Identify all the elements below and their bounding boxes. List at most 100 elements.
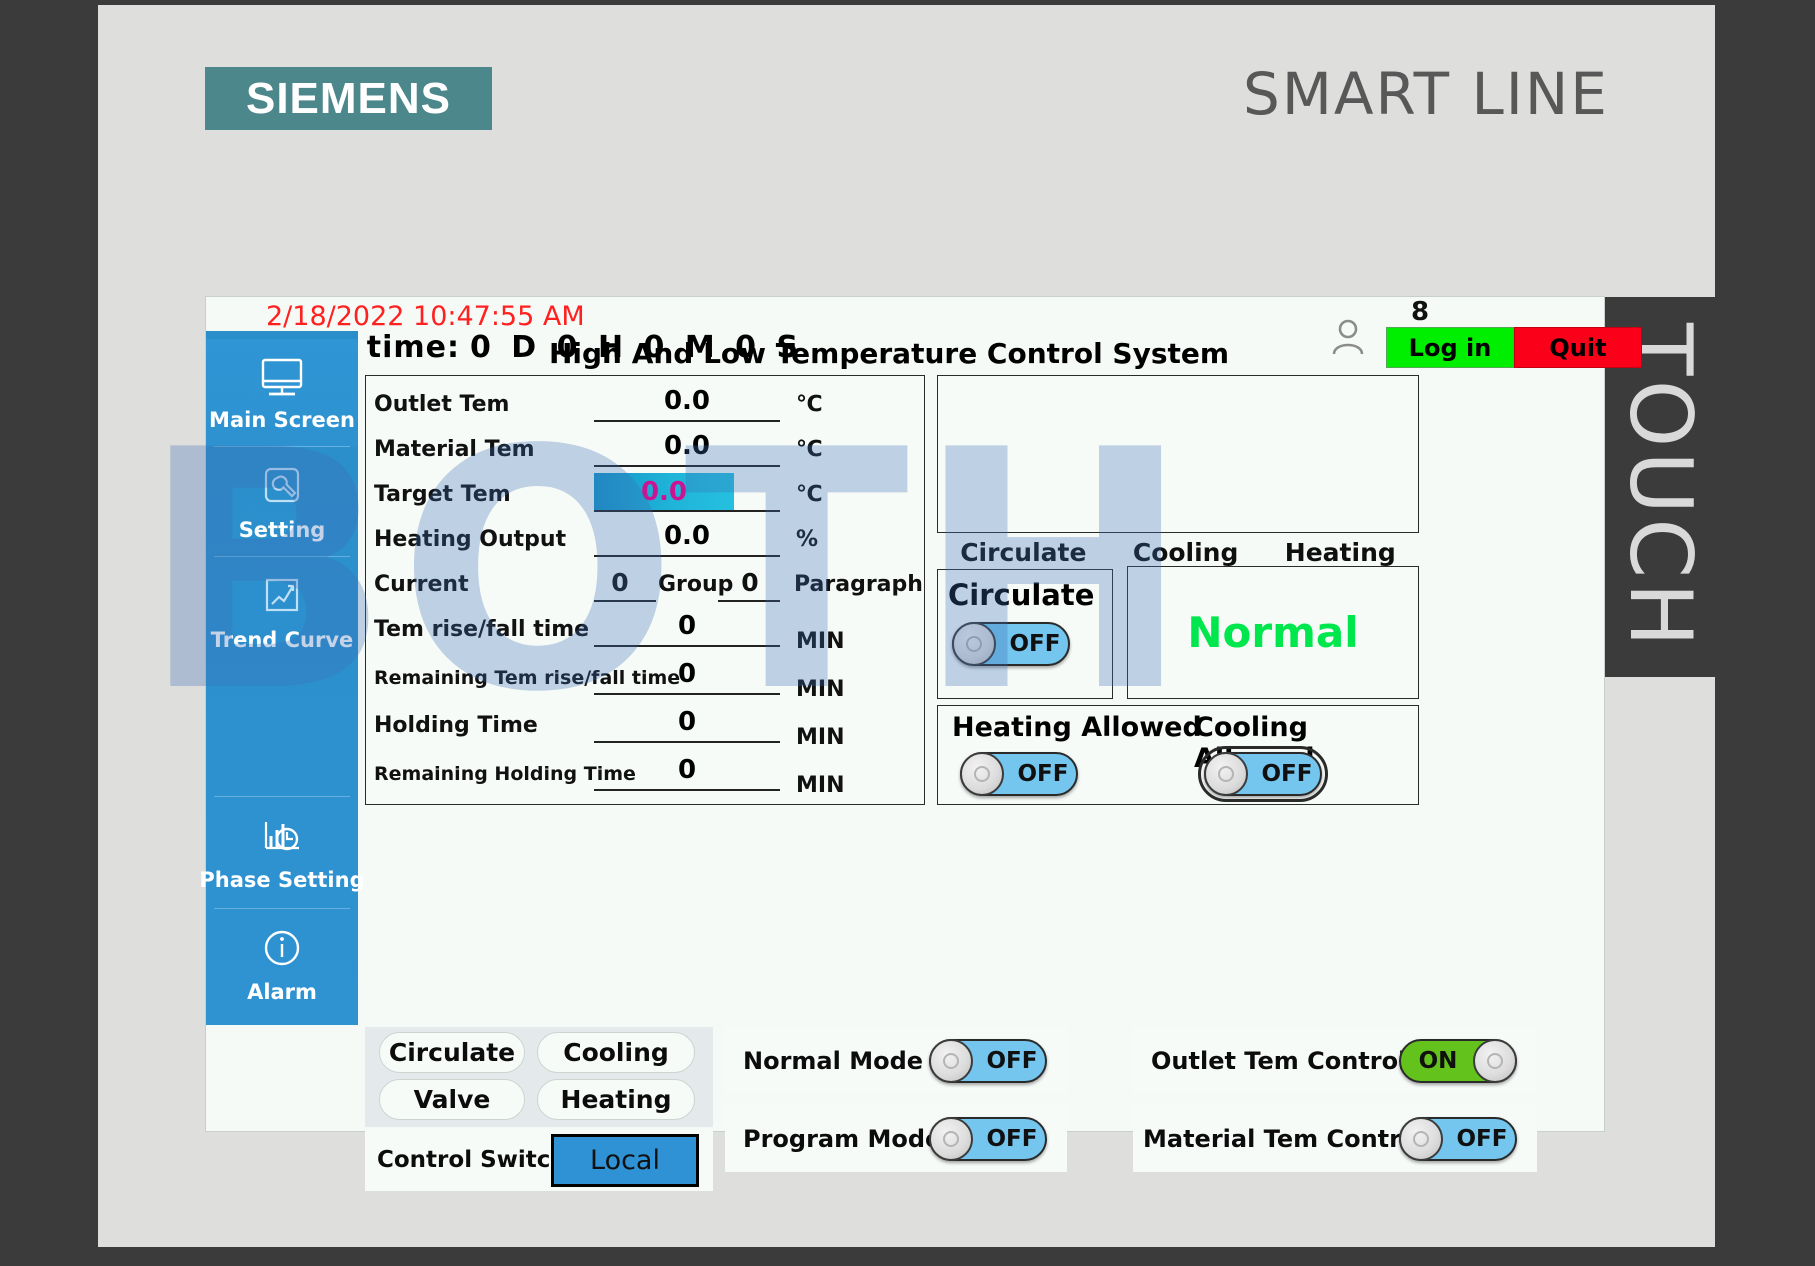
wrench-icon	[264, 467, 300, 503]
current-paragraph-value[interactable]: 0	[724, 568, 776, 597]
circulate-title: Circulate	[948, 578, 1095, 612]
toggle-state-label: OFF	[986, 1047, 1038, 1074]
row-value: 0	[677, 659, 697, 689]
sidebar-item-phase-setting[interactable]: Phase Setting	[199, 799, 365, 907]
allow-panel: Heating Allowed Cooling Allowed OFF OFF	[937, 705, 1419, 805]
toggle-knob	[929, 1038, 973, 1083]
datetime-display: 2/18/2022 10:47:55 AM	[266, 301, 585, 332]
toggle-knob	[960, 752, 1004, 796]
toggle-state-label: ON	[1418, 1047, 1458, 1074]
toggle-state-label: OFF	[1456, 1125, 1508, 1152]
row-unit: MIN	[796, 725, 845, 750]
row-underline	[718, 600, 780, 602]
row-label: Outlet Tem	[374, 392, 510, 417]
outlet-tem-control-toggle[interactable]: ON	[1399, 1038, 1517, 1083]
heating-allowed-toggle[interactable]: OFF	[960, 752, 1078, 796]
row-label: Holding Time	[374, 713, 538, 738]
program-mode-toggle[interactable]: OFF	[929, 1116, 1047, 1161]
row-underline	[594, 789, 780, 791]
material-tem-control-strip: Material Tem Control OFF	[1133, 1105, 1537, 1172]
row-value: 0	[677, 755, 697, 785]
control-switch-row: Control Switch Local	[365, 1129, 713, 1191]
row-label: Tem rise/fall time	[374, 617, 590, 642]
control-switch-select[interactable]: Local	[551, 1134, 699, 1187]
sidebar-label-trend-curve: Trend Curve	[210, 628, 354, 652]
row-unit: MIN	[796, 629, 845, 654]
row-underline	[594, 420, 780, 422]
row-value: 0.0	[663, 386, 711, 416]
heating-allowed-label: Heating Allowed	[952, 712, 1202, 743]
toggle-knob	[952, 622, 996, 666]
row-target-tem: Target Tem 0.0 ℃	[366, 472, 926, 518]
row-underline	[594, 465, 780, 467]
row-unit: ℃	[796, 392, 823, 417]
sidebar-label-phase-setting: Phase Setting	[199, 868, 365, 892]
normal-mode-strip: Normal Mode OFF	[725, 1027, 1067, 1094]
toggle-state-label: OFF	[1009, 631, 1061, 657]
normal-mode-toggle[interactable]: OFF	[929, 1038, 1047, 1083]
row-label: Material Tem	[374, 437, 535, 462]
row-underline	[594, 693, 780, 695]
sidebar-divider	[214, 446, 350, 447]
sidebar-item-main-screen[interactable]: Main Screen	[206, 339, 358, 447]
bar-chart-clock-icon	[264, 822, 299, 851]
hmi-screen: 2/18/2022 10:47:55 AM Running time:0 D 0…	[199, 296, 1642, 1191]
indicator-labels: Circulate Cooling Heating	[937, 538, 1419, 567]
row-underline	[594, 645, 780, 647]
page-title: High And Low Temperature Control System	[548, 337, 1230, 370]
sidebar-label-main-screen: Main Screen	[209, 408, 355, 432]
normal-mode-label: Normal Mode	[743, 1046, 924, 1075]
row-unit: ℃	[796, 437, 823, 462]
row-underline	[594, 555, 780, 557]
row-unit: MIN	[796, 773, 845, 798]
row-value: 0.0	[663, 521, 711, 551]
system-status-panel: Normal	[1127, 566, 1419, 699]
circulate-toggle[interactable]: OFF	[952, 622, 1070, 666]
button-circulate[interactable]: Circulate	[379, 1032, 525, 1073]
row-holding-time: Holding Time 0 MIN	[366, 703, 926, 750]
current-paragraph-label: Paragraph	[794, 572, 923, 597]
row-outlet-tem: Outlet Tem 0.0 ℃	[366, 382, 926, 428]
sidebar-item-trend-curve[interactable]: Trend Curve	[206, 559, 358, 667]
row-remaining-tem-rise-fall-time: Remaining Tem rise/fall time 0 MIN	[366, 655, 926, 702]
sidebar-item-alarm[interactable]: Alarm	[206, 911, 358, 1019]
target-tem-input[interactable]: 0.0	[594, 473, 734, 511]
user-count: 8	[1411, 297, 1430, 327]
row-underline	[594, 600, 656, 602]
siemens-logo: SIEMENS	[205, 67, 492, 130]
toggle-knob	[1399, 1116, 1443, 1161]
info-circle-icon	[264, 930, 300, 966]
monitor-icon	[261, 358, 303, 396]
row-label: Current	[374, 572, 469, 597]
indicator-label-cooling: Cooling	[1132, 538, 1239, 567]
indicator-label-circulate: Circulate	[960, 538, 1087, 567]
product-line-label: SMART LINE	[1243, 60, 1609, 128]
process-values-panel: Outlet Tem 0.0 ℃ Material Tem 0.0 ℃ Targ…	[365, 375, 925, 805]
row-heating-output: Heating Output 0.0 %	[366, 517, 926, 563]
sidebar-item-setting[interactable]: Setting	[206, 449, 358, 557]
material-tem-control-toggle[interactable]: OFF	[1399, 1116, 1517, 1161]
line-chart-icon	[265, 578, 299, 612]
program-mode-strip: Program Mode OFF	[725, 1105, 1067, 1172]
row-material-tem: Material Tem 0.0 ℃	[366, 427, 926, 473]
row-unit: MIN	[796, 677, 845, 702]
touch-band-label: TOUCH	[1610, 323, 1710, 651]
current-group-value[interactable]: 0	[594, 568, 646, 597]
toggle-knob	[1473, 1038, 1517, 1083]
row-value: 0	[677, 707, 697, 737]
sidebar-divider	[214, 908, 350, 909]
indicator-label-heating: Heating	[1284, 538, 1396, 567]
row-unit: %	[796, 527, 819, 552]
row-underline	[594, 510, 780, 512]
row-label: Target Tem	[374, 482, 511, 507]
material-tem-control-label: Material Tem Control	[1143, 1124, 1426, 1153]
program-mode-label: Program Mode	[743, 1124, 942, 1153]
current-group-label: Group	[658, 572, 734, 597]
main-content: High And Low Temperature Control System …	[359, 331, 1606, 1025]
button-heating[interactable]: Heating	[537, 1079, 695, 1120]
cooling-allowed-toggle[interactable]: OFF	[1198, 746, 1328, 802]
toggle-state-label: OFF	[1017, 761, 1069, 787]
button-valve[interactable]: Valve	[379, 1079, 525, 1120]
hmi-device: SIEMENS SMART LINE TOUCH 2/18/2022 10:47…	[0, 0, 1815, 1266]
button-cooling[interactable]: Cooling	[537, 1032, 695, 1073]
